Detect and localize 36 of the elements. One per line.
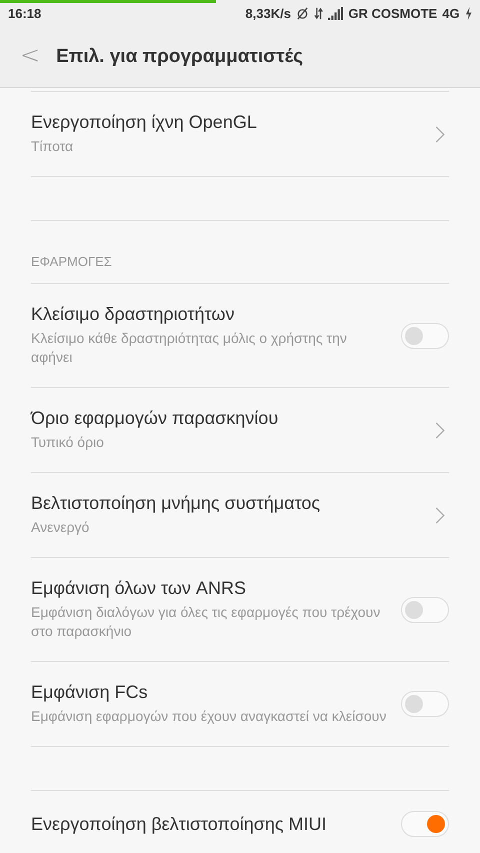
item-title: Ενεργοποίηση ίχνη OpenGL: [31, 112, 258, 133]
chevron-right-icon: [435, 506, 445, 524]
settings-item[interactable]: Βελτιστοποίηση μνήμης συστήματος Ανενεργό: [31, 473, 449, 558]
chevron-right-icon: [435, 126, 445, 142]
item-subtitle: Τυπικό όριο: [31, 433, 105, 452]
settings-item[interactable]: Όριο εφαρμογών παρασκηνίου Τυπικό όριο: [31, 388, 449, 473]
clock: 16:18: [8, 6, 42, 20]
settings-item[interactable]: Εμφάνιση όλων των ANRS Εμφάνιση διαλόγων για όλες τις εφαρμογές που τρέχουν στο παρασκήνιο: [31, 558, 449, 662]
chevron-right-icon: [435, 422, 445, 438]
item-subtitle: Κλείσιμο κάθε δραστηριότητας μόλις ο χρήστης την αφήνει: [31, 329, 348, 367]
item-title: Κλείσιμο δραστηριοτήτων: [31, 304, 236, 325]
data-transfer-icon: [314, 6, 324, 20]
signal-icon: [328, 6, 344, 20]
settings-item[interactable]: Ενεργοποίηση ίχνη OpenGL Τίποτα: [31, 92, 449, 177]
settings-item[interactable]: Ενεργοποίηση βελτιστοποίησης MIUI: [31, 791, 449, 853]
charging-icon: [464, 6, 472, 20]
toggle-switch[interactable]: [401, 596, 449, 622]
settings-item[interactable]: Κλείσιμο δραστηριοτήτων Κλείσιμο κάθε δραστηριότητας μόλις ο χρήστης την αφήνει: [31, 284, 449, 388]
item-title: Όριο εφαρμογών παρασκηνίου: [31, 408, 280, 429]
item-subtitle: Τίποτα: [31, 137, 74, 156]
settings-item[interactable]: Εμφάνιση FCs Εμφάνιση εφαρμογών που έχουν αναγκαστεί να κλείσουν: [31, 662, 449, 747]
page-title: Επιλ. για προγραμματιστές: [56, 46, 304, 68]
toggle-switch[interactable]: [401, 811, 449, 837]
carrier-name: GR COSMOTE: [348, 6, 438, 20]
toggle-switch[interactable]: [401, 322, 449, 348]
item-title: Βελτιστοποίηση μνήμης συστήματος: [31, 493, 322, 514]
network-speed: 8,33K/s: [245, 6, 291, 20]
item-subtitle: Εμφάνιση εφαρμογών που έχουν αναγκαστεί να κλείσουν: [31, 707, 388, 726]
item-title: Εμφάνιση FCs: [31, 682, 149, 703]
item-title: Εμφάνιση όλων των ANRS: [31, 578, 247, 599]
section-heading: ΕΦΑΡΜΟΓΕΣ: [31, 221, 449, 284]
toggle-switch[interactable]: [401, 691, 449, 717]
network-type: 4G: [442, 6, 460, 20]
item-subtitle: Ανενεργό: [31, 518, 90, 537]
item-title: Ενεργοποίηση βελτιστοποίησης MIUI: [31, 814, 328, 834]
item-subtitle: Εμφάνιση διαλόγων για όλες τις εφαρμογές που τρέχουν στο παρασκήνιο: [31, 603, 382, 641]
